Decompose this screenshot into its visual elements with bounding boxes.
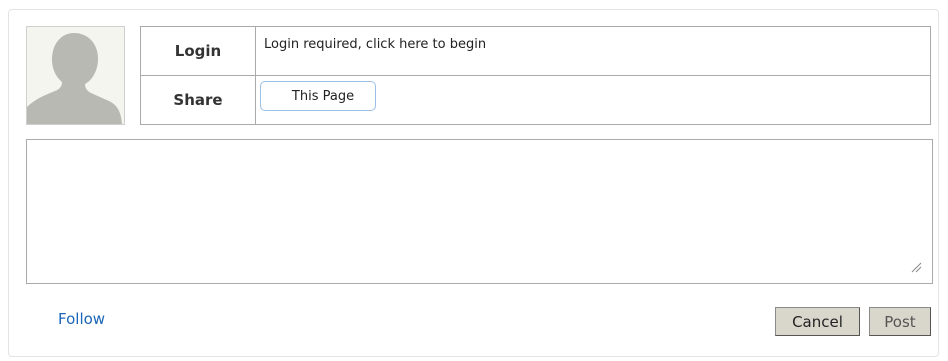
login-label: Login xyxy=(141,27,256,75)
follow-link[interactable]: Follow xyxy=(58,310,105,328)
share-label: Share xyxy=(141,76,256,124)
user-info-table: Login Login required, click here to begi… xyxy=(140,26,931,125)
login-row: Login Login required, click here to begi… xyxy=(141,27,930,76)
login-link[interactable]: Login required, click here to begin xyxy=(264,37,486,52)
user-silhouette-icon xyxy=(27,27,124,124)
comment-textarea[interactable] xyxy=(26,139,933,284)
resize-grip-icon[interactable] xyxy=(910,261,922,273)
avatar xyxy=(26,26,125,125)
cancel-button[interactable]: Cancel xyxy=(775,307,860,336)
share-row: Share This Page xyxy=(141,76,930,124)
post-button[interactable]: Post xyxy=(869,307,931,336)
share-this-page-button[interactable]: This Page xyxy=(260,81,376,111)
